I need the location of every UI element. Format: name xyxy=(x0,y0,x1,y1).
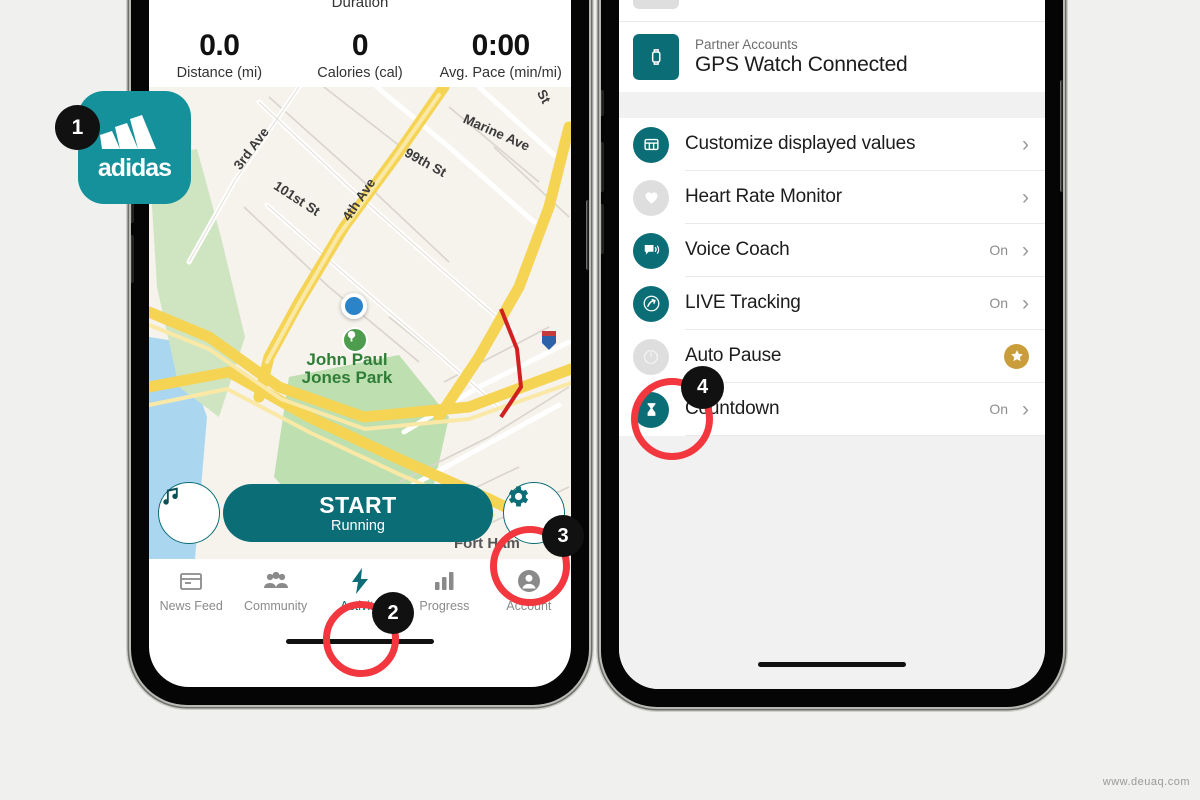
setting-label: Countdown xyxy=(685,398,780,419)
stat-pace-caption: Avg. Pace (min/mi) xyxy=(439,65,562,82)
setting-value: On xyxy=(989,295,1008,311)
tab-label: News Feed xyxy=(159,599,223,614)
setting-label: Voice Coach xyxy=(685,239,790,260)
phone-volume-up-button xyxy=(601,142,604,192)
annotation-badge-2: 2 xyxy=(372,592,414,634)
music-button[interactable] xyxy=(158,482,220,545)
bottom-tab-bar: News Feed Community Activity Progress Ac… xyxy=(149,559,571,636)
phone-mockup-right: Music & Story Running Select Your Soundt… xyxy=(601,0,1063,707)
phone-volume-down-button xyxy=(131,235,134,283)
gear-icon xyxy=(508,486,529,507)
chevron-right-icon: › xyxy=(1022,185,1029,209)
adidas-three-stripes-icon xyxy=(99,114,156,149)
setting-row-voice-coach[interactable]: Voice Coach On › xyxy=(619,224,1045,277)
feature-caption: Partner Accounts xyxy=(695,37,798,52)
music-note-icon xyxy=(163,487,178,505)
chevron-right-icon: › xyxy=(1022,132,1029,156)
tab-label: Progress xyxy=(419,599,470,614)
start-button-title: START xyxy=(319,492,397,519)
setting-label: LIVE Tracking xyxy=(685,292,801,313)
activity-control-bar: START Running xyxy=(149,482,571,545)
tab-community[interactable]: Community xyxy=(233,568,317,613)
settings-list-footer-space xyxy=(619,436,1045,689)
hourglass-icon xyxy=(633,391,669,428)
setting-row-customize-values[interactable]: Customize displayed values › xyxy=(619,118,1045,171)
source-watermark: www.deuaq.com xyxy=(1102,776,1190,788)
stat-pace: 0:00 Avg. Pace (min/mi) xyxy=(430,29,571,81)
feature-title: Select Your Workout xyxy=(695,0,1031,6)
feature-row-workout[interactable]: Workout Select Your Workout xyxy=(619,0,1045,21)
setting-label: Heart Rate Monitor xyxy=(685,186,842,207)
start-button-subtitle: Running xyxy=(330,518,385,535)
duration-label: Duration xyxy=(331,0,389,12)
tab-account[interactable]: Account xyxy=(487,568,571,613)
annotation-badge-1: 1 xyxy=(55,105,100,150)
setting-row-heart-rate-monitor[interactable]: Heart Rate Monitor › xyxy=(619,171,1045,224)
route-map[interactable]: e Rd 3rd Ave 101st St 4th Ave 99th St Ma… xyxy=(149,87,571,560)
setting-label: Auto Pause xyxy=(685,345,782,366)
stat-calories-value: 0 xyxy=(351,29,369,63)
adidas-app-icon: adidas xyxy=(78,91,191,204)
stat-calories-caption: Calories (cal) xyxy=(317,65,403,82)
chevron-right-icon: › xyxy=(1022,238,1029,262)
tab-news-feed[interactable]: News Feed xyxy=(149,568,233,613)
stat-pace-value: 0:00 xyxy=(471,29,531,63)
setting-row-auto-pause[interactable]: Auto Pause xyxy=(619,330,1045,383)
phone-power-button xyxy=(586,200,589,270)
voice-coach-icon xyxy=(633,232,669,269)
adidas-wordmark: adidas xyxy=(97,153,172,182)
tracking-summary-header: 00:00:00 Duration 0.0 Distance (mi) 0 Ca… xyxy=(149,0,571,88)
phone-power-button xyxy=(1060,80,1063,192)
feature-title: GPS Watch Connected xyxy=(695,53,908,76)
bar-chart-icon xyxy=(402,568,486,594)
tab-progress[interactable]: Progress xyxy=(402,568,486,613)
stat-distance-value: 0.0 xyxy=(199,29,240,63)
lightning-bolt-icon xyxy=(318,568,402,595)
auto-pause-icon xyxy=(633,338,669,375)
feature-row-partner-accounts[interactable]: Partner Accounts GPS Watch Connected xyxy=(619,21,1045,92)
stats-row: 0.0 Distance (mi) 0 Calories (cal) 0:00 … xyxy=(149,29,571,81)
heart-icon xyxy=(633,179,669,216)
home-indicator xyxy=(286,639,434,645)
watch-icon xyxy=(633,34,679,80)
navigation-arrow-icon xyxy=(633,0,679,9)
phone-mockup-left: 00:00:00 Duration 0.0 Distance (mi) 0 Ca… xyxy=(131,0,589,705)
tab-label: Community xyxy=(244,599,308,614)
annotation-badge-4: 4 xyxy=(681,366,724,409)
community-icon xyxy=(233,568,317,594)
home-indicator xyxy=(758,662,906,667)
stat-distance: 0.0 Distance (mi) xyxy=(149,29,290,81)
setting-label: Customize displayed values xyxy=(685,133,916,154)
chevron-right-icon: › xyxy=(1022,397,1029,421)
premium-star-badge[interactable] xyxy=(1004,343,1029,369)
screenshot-canvas: 00:00:00 Duration 0.0 Distance (mi) 0 Ca… xyxy=(0,0,1200,800)
annotation-badge-3: 3 xyxy=(542,515,584,557)
section-divider xyxy=(619,92,1045,118)
setting-value: On xyxy=(989,242,1008,258)
phone-volume-down-button xyxy=(601,204,604,254)
app-screen-settings: Music & Story Running Select Your Soundt… xyxy=(619,0,1045,689)
stat-calories: 0 Calories (cal) xyxy=(290,29,431,81)
account-avatar-icon xyxy=(487,568,571,594)
chevron-right-icon: › xyxy=(1022,291,1029,315)
current-location-dot xyxy=(341,293,367,320)
app-screen-activity: 00:00:00 Duration 0.0 Distance (mi) 0 Ca… xyxy=(149,0,571,687)
tab-label: Account xyxy=(506,599,552,614)
news-feed-icon xyxy=(149,568,233,594)
setting-value: On xyxy=(989,401,1008,417)
stat-distance-caption: Distance (mi) xyxy=(176,65,263,82)
park-name-label: John Paul Jones Park xyxy=(301,350,393,387)
setting-row-live-tracking[interactable]: LIVE Tracking On › xyxy=(619,277,1045,330)
phone-mute-switch xyxy=(601,90,604,116)
display-values-icon xyxy=(633,126,669,163)
start-activity-button[interactable]: START Running xyxy=(223,484,493,543)
live-tracking-icon xyxy=(633,285,669,322)
